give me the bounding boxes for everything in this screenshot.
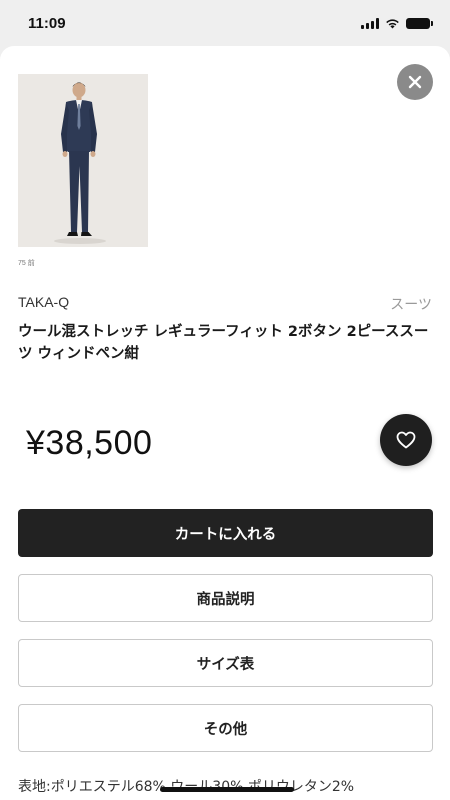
- other-info-button[interactable]: その他: [18, 704, 433, 752]
- product-description-button[interactable]: 商品説明: [18, 574, 433, 622]
- favorite-button[interactable]: [380, 414, 432, 466]
- add-to-cart-button[interactable]: カートに入れる: [18, 509, 433, 557]
- size-chart-button[interactable]: サイズ表: [18, 639, 433, 687]
- status-time: 11:09: [28, 15, 66, 32]
- suit-model-illustration: [18, 74, 148, 247]
- material-text: 表地:ポリエステル68% ウール30% ポリウレタン2%: [18, 779, 355, 795]
- close-button[interactable]: [397, 64, 433, 100]
- signal-icon: [361, 18, 379, 29]
- status-bar: 11:09: [0, 0, 450, 48]
- product-price: ¥38,500: [26, 424, 153, 462]
- status-icons: [361, 18, 433, 29]
- wifi-icon: [386, 19, 399, 29]
- heart-icon: [396, 431, 416, 449]
- category-label[interactable]: スーツ: [390, 294, 432, 314]
- home-indicator[interactable]: [160, 787, 294, 792]
- brand-name[interactable]: TAKA-Q: [18, 294, 69, 310]
- product-title: ウール混ストレッチ レギュラーフィット 2ボタン 2ピーススーツ ウィンドペン紺: [18, 324, 429, 362]
- battery-icon: [406, 18, 433, 29]
- image-caption: 75 前: [18, 260, 35, 267]
- product-sheet: 75 前 TAKA-Q スーツ ウール混ストレッチ レギュラーフィット 2ボタン…: [0, 46, 450, 800]
- close-icon: [408, 75, 422, 89]
- product-image[interactable]: [18, 74, 148, 247]
